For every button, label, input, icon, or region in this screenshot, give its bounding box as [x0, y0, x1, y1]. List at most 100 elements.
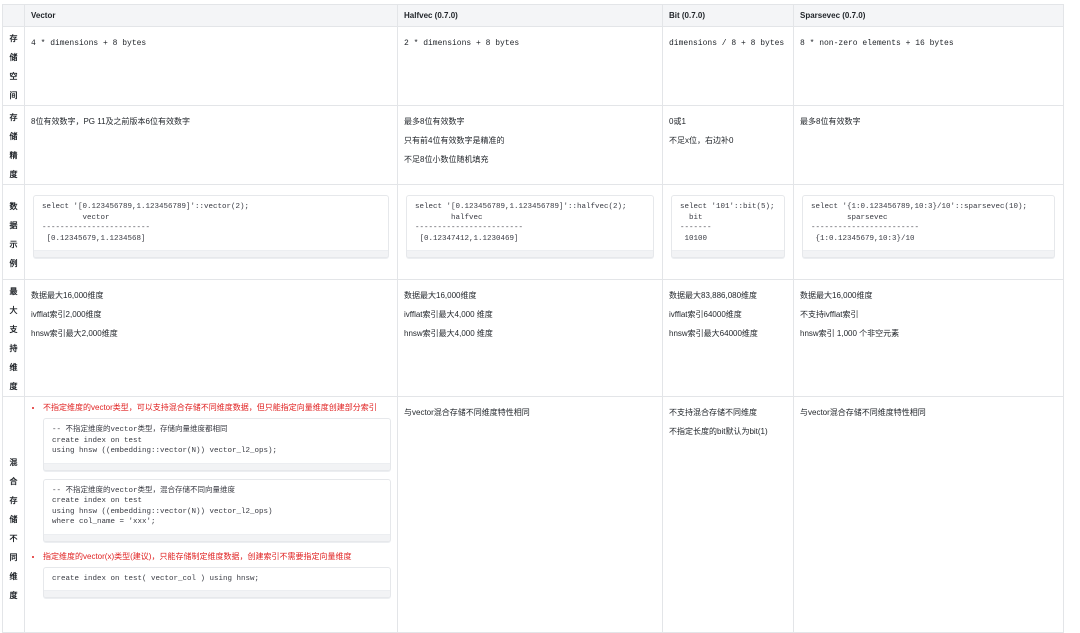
row-label-char: 度 [9, 591, 18, 600]
row-label-char: 存 [9, 496, 18, 505]
row-label-char: 储 [9, 132, 18, 141]
horizontal-scrollbar[interactable] [34, 250, 388, 257]
row-label-char: 度 [9, 170, 18, 179]
maxdim-text: ivfflat索引最大4,000 维度 [404, 310, 493, 319]
row-label-char: 最 [9, 287, 18, 296]
maxdim-bit: 数据最大83,886,080维度 ivfflat索引64000维度 hnsw索引… [662, 279, 794, 397]
row-label-char: 混 [9, 458, 18, 467]
horizontal-scrollbar[interactable] [44, 462, 390, 470]
code-text: select '[0.123456789,1.123456789]'::vect… [42, 203, 250, 243]
row-label-char: 不 [9, 534, 18, 543]
comparison-table: Vector Halfvec (0.7.0) Bit (0.7.0) Spars… [2, 4, 1064, 633]
storage-formula: 4 * dimensions + 8 bytes [31, 39, 147, 48]
row-label-char: 储 [9, 515, 18, 524]
row-label-char: 间 [9, 91, 18, 100]
storage-halfvec: 2 * dimensions + 8 bytes [397, 26, 663, 106]
header-row: Vector Halfvec (0.7.0) Bit (0.7.0) Spars… [2, 4, 1064, 27]
code-block: select '[0.123456789,1.123456789]'::vect… [33, 195, 389, 258]
mixed-halfvec: 与vector混合存储不同维度特性相同 [397, 396, 663, 633]
column-header-vector: Vector [24, 4, 398, 27]
precision-text: 最多8位有效数字 [800, 117, 861, 126]
mixed-text: 不指定长度的bit默认为bit(1) [669, 427, 768, 436]
horizontal-scrollbar[interactable] [672, 250, 784, 257]
row-example: 数 据 示 例 select '[0.123456789,1.123456789… [2, 184, 1064, 280]
precision-halfvec: 最多8位有效数字 只有前4位有效数字是精准的 不足8位小数位随机填充 [397, 105, 663, 185]
row-storage: 存 储 空 间 4 * dimensions + 8 bytes 2 * dim… [2, 26, 1064, 106]
storage-vector: 4 * dimensions + 8 bytes [24, 26, 398, 106]
row-label-char: 维 [9, 572, 18, 581]
example-bit: select '101'::bit(5); bit ------- 10100 [662, 184, 794, 280]
row-maxdim: 最 大 支 持 维 度 数据最大16,000维度 ivfflat索引2,000维… [2, 279, 1064, 397]
row-label-char: 存 [9, 34, 18, 43]
row-label-char: 精 [9, 151, 18, 160]
row-label-char: 同 [9, 553, 18, 562]
maxdim-sparsevec: 数据最大16,000维度 不支持ivfflat索引 hnsw索引 1,000 个… [793, 279, 1064, 397]
maxdim-text: 不支持ivfflat索引 [800, 310, 859, 319]
row-label-char: 持 [9, 344, 18, 353]
row-label-char: 合 [9, 477, 18, 486]
maxdim-text: 数据最大16,000维度 [404, 291, 477, 300]
row-label-mixed: 混 合 存 储 不 同 维 度 [2, 396, 25, 633]
row-label-char: 据 [9, 221, 18, 230]
code-text: create index on test( vector_col ) using… [52, 574, 260, 583]
maxdim-vector: 数据最大16,000维度 ivfflat索引2,000维度 hnsw索引最大2,… [24, 279, 398, 397]
column-header-sparsevec: Sparsevec (0.7.0) [793, 4, 1064, 27]
precision-vector: 8位有效数字，PG 11及之前版本6位有效数字 [24, 105, 398, 185]
maxdim-text: 数据最大83,886,080维度 [669, 291, 758, 300]
maxdim-text: hnsw索引最大2,000维度 [31, 329, 118, 338]
example-sparsevec: select '{1:0.123456789,10:3}/10'::sparse… [793, 184, 1064, 280]
row-label-char: 度 [9, 382, 18, 391]
row-label-char: 存 [9, 113, 18, 122]
precision-sparsevec: 最多8位有效数字 [793, 105, 1064, 185]
storage-bit: dimensions / 8 + 8 bytes [662, 26, 794, 106]
precision-bit: 0或1 不足x位，右边补0 [662, 105, 794, 185]
row-mixed: 混 合 存 储 不 同 维 度 不指定维度的vector类型，可以支持混合存储不… [2, 396, 1064, 633]
storage-formula: 2 * dimensions + 8 bytes [404, 39, 520, 48]
mixed-vector-list: 不指定维度的vector类型，可以支持混合存储不同维度数据，但只能指定向量维度创… [31, 401, 391, 598]
maxdim-text: ivfflat索引64000维度 [669, 310, 742, 319]
maxdim-text: hnsw索引最大64000维度 [669, 329, 758, 338]
precision-text: 不足8位小数位随机填充 [404, 155, 489, 164]
precision-text: 8位有效数字，PG 11及之前版本6位有效数字 [31, 117, 190, 126]
maxdim-text: 数据最大16,000维度 [800, 291, 873, 300]
list-item: 不指定维度的vector类型，可以支持混合存储不同维度数据，但只能指定向量维度创… [43, 401, 391, 542]
maxdim-halfvec: 数据最大16,000维度 ivfflat索引最大4,000 维度 hnsw索引最… [397, 279, 663, 397]
precision-text: 0或1 [669, 117, 686, 126]
maxdim-text: ivfflat索引2,000维度 [31, 310, 102, 319]
storage-formula: dimensions / 8 + 8 bytes [669, 39, 785, 48]
precision-text: 只有前4位有效数字是精准的 [404, 136, 505, 145]
code-block: -- 不指定维度的vector类型，混合存储不同向量维度 create inde… [43, 478, 391, 542]
row-label-char: 维 [9, 363, 18, 372]
comparison-table-wrapper: Vector Halfvec (0.7.0) Bit (0.7.0) Spars… [2, 4, 1064, 633]
example-halfvec: select '[0.123456789,1.123456789]'::half… [397, 184, 663, 280]
horizontal-scrollbar[interactable] [803, 250, 1054, 257]
row-label-char: 空 [9, 72, 18, 81]
code-text: -- 不指定维度的vector类型，混合存储不同向量维度 create inde… [52, 486, 273, 527]
storage-sparsevec: 8 * non-zero elements + 16 bytes [793, 26, 1064, 106]
horizontal-scrollbar[interactable] [407, 250, 653, 257]
row-label-char: 储 [9, 53, 18, 62]
mixed-vector: 不指定维度的vector类型，可以支持混合存储不同维度数据，但只能指定向量维度创… [24, 396, 398, 633]
row-label-char: 大 [9, 306, 18, 315]
code-text: select '101'::bit(5); bit ------- 10100 [680, 203, 775, 243]
horizontal-scrollbar[interactable] [44, 533, 390, 541]
column-header-bit: Bit (0.7.0) [662, 4, 794, 27]
corner-cell [2, 4, 25, 27]
row-label-storage: 存 储 空 间 [2, 26, 25, 106]
row-label-char: 支 [9, 325, 18, 334]
code-block: select '101'::bit(5); bit ------- 10100 [671, 195, 785, 258]
row-label-char: 数 [9, 202, 18, 211]
row-label-char: 例 [9, 259, 18, 268]
code-text: select '[0.123456789,1.123456789]'::half… [415, 203, 627, 243]
list-item: 指定维度的vector(x)类型(建议)，只能存储制定维度数据，创建索引不需要指… [43, 550, 391, 598]
maxdim-text: 数据最大16,000维度 [31, 291, 104, 300]
row-precision: 存 储 精 度 8位有效数字，PG 11及之前版本6位有效数字 最多8位有效数字… [2, 105, 1064, 185]
precision-text: 不足x位，右边补0 [669, 136, 734, 145]
horizontal-scrollbar[interactable] [44, 590, 390, 597]
storage-formula: 8 * non-zero elements + 16 bytes [800, 39, 954, 48]
mixed-bit: 不支持混合存储不同维度 不指定长度的bit默认为bit(1) [662, 396, 794, 633]
maxdim-text: hnsw索引 1,000 个非空元素 [800, 329, 900, 338]
code-text: select '{1:0.123456789,10:3}/10'::sparse… [811, 203, 1028, 243]
row-label-maxdim: 最 大 支 持 维 度 [2, 279, 25, 397]
bullet-text: 指定维度的vector(x)类型(建议)，只能存储制定维度数据，创建索引不需要指… [43, 551, 352, 561]
